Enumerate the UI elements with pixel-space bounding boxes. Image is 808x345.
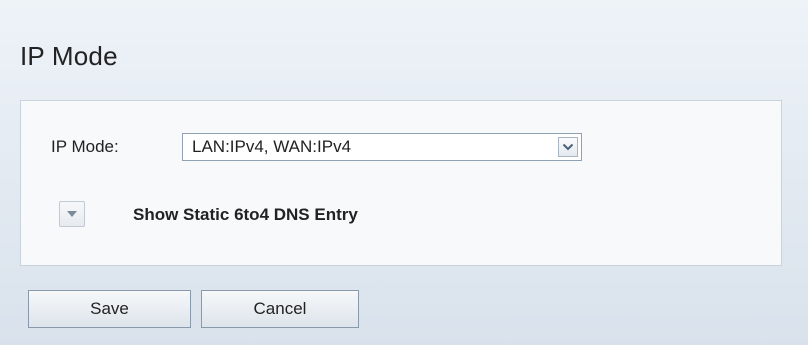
triangle-down-icon xyxy=(66,210,78,218)
ip-mode-select[interactable]: LAN:IPv4, WAN:IPv4 xyxy=(182,133,582,161)
static-6to4-toggle-button[interactable] xyxy=(59,201,85,227)
ip-mode-panel: IP Mode: LAN:IPv4, WAN:IPv4 Show Static … xyxy=(20,100,782,266)
save-button[interactable]: Save xyxy=(28,290,191,328)
chevron-down-icon[interactable] xyxy=(558,137,578,157)
ip-mode-page: IP Mode IP Mode: LAN:IPv4, WAN:IPv4 Show… xyxy=(0,0,808,345)
static-6to4-toggle-label[interactable]: Show Static 6to4 DNS Entry xyxy=(133,205,358,225)
ip-mode-selected-value: LAN:IPv4, WAN:IPv4 xyxy=(192,137,352,156)
ip-mode-label: IP Mode: xyxy=(51,137,119,156)
page-title: IP Mode xyxy=(20,41,118,71)
cancel-button[interactable]: Cancel xyxy=(201,290,359,328)
